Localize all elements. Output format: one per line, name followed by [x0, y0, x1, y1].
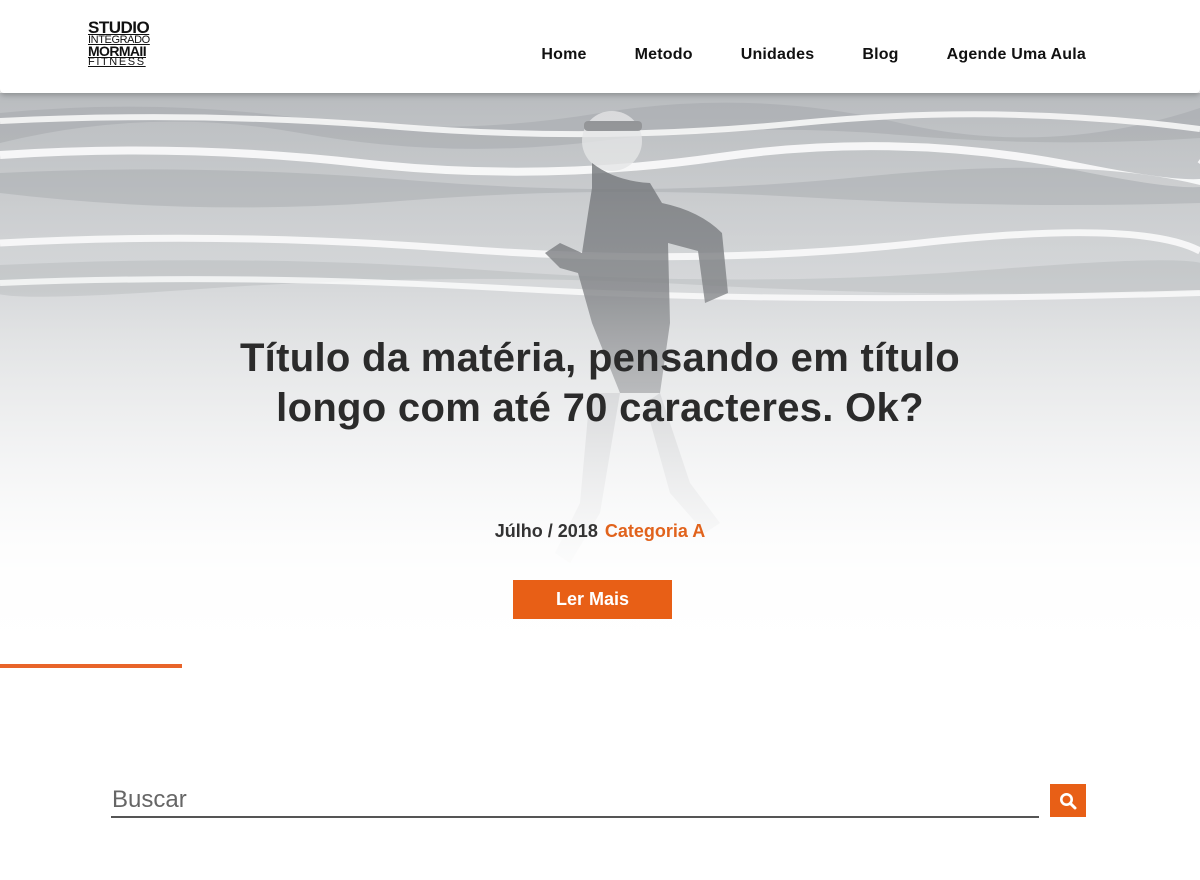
nav-item-unidades[interactable]: Unidades — [741, 46, 815, 64]
section-divider-accent — [0, 664, 182, 668]
search-bar — [111, 784, 1086, 818]
read-more-button[interactable]: Ler Mais — [513, 580, 672, 619]
search-input[interactable] — [111, 784, 1039, 818]
logo[interactable]: STUDIO INTEGRADO MORMAII FITNESS — [88, 18, 164, 68]
nav-item-metodo[interactable]: Metodo — [635, 46, 693, 64]
logo-line-studio: STUDIO — [88, 18, 150, 37]
article-date: Júlho / 2018 — [494, 521, 598, 541]
nav-item-agende-uma-aula[interactable]: Agende Uma Aula — [947, 46, 1086, 64]
nav-item-home[interactable]: Home — [541, 46, 586, 64]
article-meta: Júlho / 2018 Categoria A — [0, 521, 1200, 542]
nav-item-blog[interactable]: Blog — [862, 46, 898, 64]
search-button[interactable] — [1050, 784, 1086, 817]
main-nav: Home Metodo Unidades Blog Agende Uma Aul… — [541, 46, 1086, 64]
search-icon — [1060, 793, 1077, 810]
hero-banner: Título da matéria, pensando em título lo… — [0, 93, 1200, 650]
site-header: STUDIO INTEGRADO MORMAII FITNESS Home Me… — [0, 0, 1200, 93]
logo-line-fitness: FITNESS — [88, 56, 146, 68]
article-title: Título da matéria, pensando em título lo… — [239, 336, 961, 430]
article-category-link[interactable]: Categoria A — [605, 521, 705, 541]
